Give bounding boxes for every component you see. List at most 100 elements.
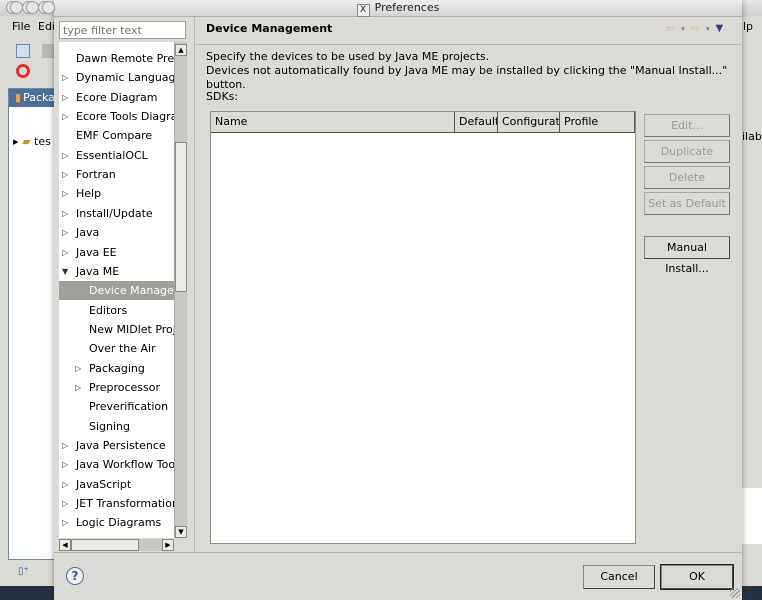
menu-edit[interactable]: Edi — [38, 20, 55, 33]
collapsed-arrow-icon[interactable]: ▷ — [62, 68, 68, 87]
help-icon[interactable]: ? — [66, 567, 84, 585]
preferences-tree: Dawn Remote Prefe ▷ Dynamic Languages ▷ Ecor… — [59, 42, 179, 538]
tree-item-label: Over the Air — [89, 342, 156, 356]
tree-item[interactable]: New MIDlet Project — [59, 320, 179, 339]
tree-item[interactable]: ▷ Java — [59, 223, 179, 242]
forward-arrow-icon[interactable]: ⇨ — [691, 22, 700, 35]
tree-item[interactable]: ▷ Preprocessor — [59, 378, 179, 397]
tree-item-label: Preverification — [89, 400, 169, 414]
tree-item[interactable]: Signing — [59, 417, 179, 436]
collapsed-arrow-icon[interactable]: ▷ — [62, 475, 68, 494]
tree-item[interactable]: ▷ Logic Diagrams — [59, 513, 179, 532]
forward-dropdown-icon[interactable]: ▾ — [706, 25, 710, 33]
scroll-up-button[interactable]: ▲ — [175, 44, 187, 56]
package-tab-label: Packa — [23, 91, 55, 104]
cancel-button[interactable]: Cancel — [583, 565, 655, 589]
pane-separator[interactable] — [194, 16, 195, 552]
collapsed-arrow-icon[interactable]: ▷ — [62, 243, 68, 262]
tree-item-label: Ecore Tools Diagram — [76, 110, 179, 124]
tree-item[interactable]: ▼ Java ME — [59, 262, 179, 281]
tree-item[interactable]: ▷ Help — [59, 184, 179, 203]
back-dropdown-icon[interactable]: ▾ — [681, 25, 685, 33]
tree-item[interactable]: Over the Air — [59, 339, 179, 358]
column-header-profile[interactable]: Profile — [560, 112, 635, 132]
footer-separator — [54, 552, 742, 553]
right-panel-view — [742, 488, 762, 544]
tree-item[interactable]: EMF Compare — [59, 126, 179, 145]
tree-item[interactable]: ▷ Java EE — [59, 243, 179, 262]
tree-item[interactable]: Preverification — [59, 397, 179, 416]
tree-item[interactable]: ▷ Install/Update — [59, 204, 179, 223]
expanded-arrow-icon[interactable]: ▼ — [62, 262, 68, 281]
tree-item[interactable]: Editors — [59, 301, 179, 320]
dialog-minimize-button[interactable] — [26, 1, 39, 14]
tree-item[interactable]: ▷ JET Transformations — [59, 494, 179, 513]
edit-button[interactable]: Edit... — [644, 114, 730, 137]
scroll-down-button[interactable]: ▼ — [175, 526, 187, 538]
tree-item[interactable]: ▷ EssentialOCL — [59, 146, 179, 165]
collapsed-arrow-icon[interactable]: ▷ — [62, 146, 68, 165]
duplicate-button[interactable]: Duplicate — [644, 140, 730, 163]
tree-horizontal-scrollbar[interactable]: ◀ ▶ — [59, 539, 174, 551]
collapsed-arrow-icon[interactable]: ▷ — [62, 204, 68, 223]
collapsed-arrow-icon[interactable]: ▷ — [62, 513, 68, 532]
collapsed-arrow-icon[interactable]: ▷ — [75, 378, 81, 397]
column-header-configuration[interactable]: Configurati — [498, 112, 560, 132]
back-arrow-icon[interactable]: ⇦ — [666, 22, 675, 35]
collapsed-arrow-icon[interactable]: ▷ — [62, 436, 68, 455]
collapsed-arrow-icon[interactable]: ▷ — [62, 494, 68, 513]
background-status-bar: ▯⁺ — [0, 562, 60, 586]
set-as-default-button[interactable]: Set as Default — [644, 192, 730, 215]
collapsed-arrow-icon[interactable]: ▷ — [62, 184, 68, 203]
tree-item-label: Preprocessor — [89, 380, 161, 394]
horizontal-scroll-thumb[interactable] — [71, 539, 139, 551]
tree-item[interactable]: ▷ JavaScript — [59, 475, 179, 494]
resize-grip[interactable] — [730, 588, 740, 598]
tree-item[interactable]: Dawn Remote Prefe — [59, 49, 179, 68]
column-header-default[interactable]: Default — [455, 112, 498, 132]
filter-input[interactable] — [59, 21, 186, 39]
scroll-right-button[interactable]: ▶ — [162, 539, 174, 551]
tree-item-label: Java ME — [76, 264, 120, 278]
tree-item-label: Editors — [89, 303, 128, 317]
collapsed-arrow-icon[interactable]: ▷ — [62, 107, 68, 126]
collapsed-arrow-icon[interactable]: ▷ — [62, 165, 68, 184]
ok-button[interactable]: OK — [660, 564, 734, 590]
delete-button[interactable]: Delete — [644, 166, 730, 189]
scroll-left-button[interactable]: ◀ — [59, 539, 71, 551]
tree-item[interactable]: ▷ Ecore Diagram — [59, 88, 179, 107]
collapsed-arrow-icon[interactable]: ▷ — [62, 88, 68, 107]
menu-file[interactable]: File — [12, 20, 30, 33]
tree-item-label: Fortran — [76, 168, 116, 182]
tree-item[interactable]: ▷ Ecore Tools Diagram — [59, 107, 179, 126]
dialog-close-button[interactable] — [10, 1, 23, 14]
project-tree-item[interactable]: ▸ ▰ tes — [13, 135, 51, 148]
new-icon[interactable] — [16, 44, 30, 58]
tree-item[interactable]: ▷ Java Workflow Tooling — [59, 455, 179, 474]
manual-install-button[interactable]: Manual Install... — [644, 236, 730, 275]
tree-item-label: Dawn Remote Prefe — [76, 52, 179, 65]
tree-item-label: Java Persistence — [76, 439, 166, 452]
tree-item[interactable]: ▷ Java Persistence — [59, 436, 179, 455]
collapsed-arrow-icon[interactable]: ▷ — [62, 455, 68, 474]
status-new-icon[interactable]: ▯⁺ — [18, 566, 29, 577]
tree-item[interactable]: ▷ Fortran — [59, 165, 179, 184]
tree-item-label: Ecore Diagram — [76, 90, 158, 104]
tree-item[interactable]: ▷ Packaging — [59, 359, 179, 378]
package-explorer-tab[interactable]: ▮ Packa — [9, 89, 59, 107]
collapsed-arrow-icon[interactable]: ▷ — [62, 223, 68, 242]
run-icon[interactable] — [16, 64, 30, 78]
tree-vertical-scrollbar[interactable]: ▲ ▼ — [174, 42, 187, 538]
tree-item[interactable]: ▷ Dynamic Languages — [59, 68, 179, 87]
column-header-name[interactable]: Name — [211, 112, 455, 132]
dialog-titlebar[interactable]: X Preferences — [10, 0, 742, 17]
menu-help-fragment[interactable]: lp — [743, 20, 753, 33]
scroll-thumb[interactable] — [175, 142, 187, 292]
title-separator — [195, 44, 742, 45]
view-menu-icon[interactable]: ▼ — [715, 23, 723, 34]
tree-item[interactable]: Device Management — [59, 281, 179, 301]
collapsed-arrow-icon[interactable]: ▷ — [75, 359, 81, 378]
sdk-table[interactable]: Name Default Configurati Profile — [210, 111, 636, 544]
tree-item-label: JavaScript — [76, 477, 132, 491]
description-line-2: Devices not automatically found by Java … — [206, 64, 728, 91]
